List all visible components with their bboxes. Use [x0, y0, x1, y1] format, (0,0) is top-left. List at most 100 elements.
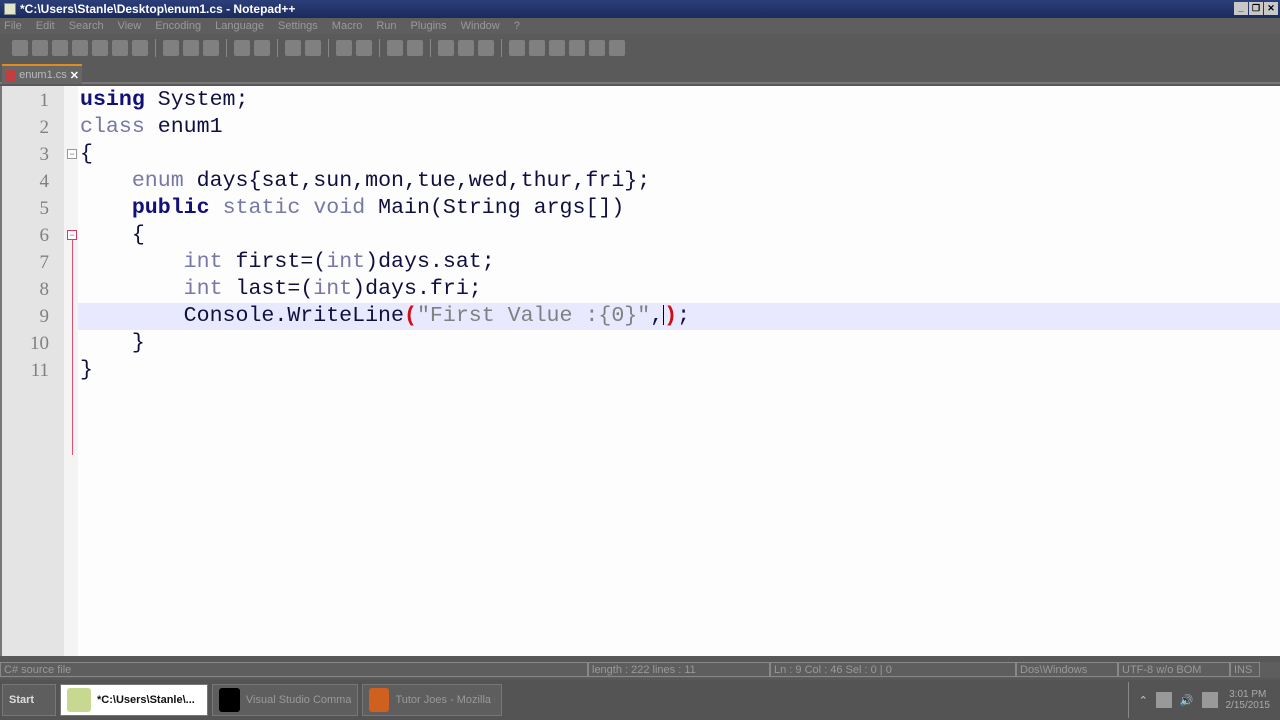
- fold-toggle-icon[interactable]: −: [67, 149, 77, 159]
- menu-view[interactable]: View: [118, 20, 142, 32]
- run-macro-multiple-icon[interactable]: [569, 40, 585, 56]
- code-token: days{sat,sun,mon,tue,wed,thur,fri};: [183, 169, 651, 193]
- code-line[interactable]: 4 enum days{sat,sun,mon,tue,wed,thur,fri…: [2, 168, 1280, 195]
- code-token: void: [313, 196, 366, 220]
- zoom-in-icon[interactable]: [336, 40, 352, 56]
- taskbar-item-label: Tutor Joes - Mozilla Fi...: [395, 694, 495, 706]
- show-hidden-icons-icon[interactable]: ⌃: [1139, 694, 1148, 707]
- taskbar-item[interactable]: *C:\Users\Stanle\...: [60, 684, 208, 716]
- menu-macro[interactable]: Macro: [332, 20, 363, 32]
- menu-settings[interactable]: Settings: [278, 20, 318, 32]
- action-center-icon[interactable]: [1201, 692, 1218, 708]
- status-eol: Dos\Windows: [1016, 662, 1118, 677]
- code-token: {: [80, 142, 93, 166]
- clock[interactable]: 3:01 PM 2/15/2015: [1226, 689, 1271, 711]
- taskbar-item-label: Visual Studio Comman...: [245, 694, 351, 706]
- new-icon[interactable]: [12, 40, 28, 56]
- code-line[interactable]: 6 − {: [2, 222, 1280, 249]
- record-macro-icon[interactable]: [509, 40, 525, 56]
- menu-encoding[interactable]: Encoding: [155, 20, 201, 32]
- open-icon[interactable]: [32, 40, 48, 56]
- line-number: 5: [39, 198, 50, 219]
- minimize-button[interactable]: _: [1234, 2, 1248, 15]
- code-line[interactable]: 7 int first=(int)days.sat;: [2, 249, 1280, 276]
- code-line[interactable]: 9 Console.WriteLine("First Value :{0}",)…: [2, 303, 1280, 330]
- redo-icon[interactable]: [254, 40, 270, 56]
- fold-toggle-icon[interactable]: −: [67, 230, 77, 240]
- code-token: first=(: [222, 250, 327, 274]
- menu-help[interactable]: ?: [514, 20, 520, 32]
- line-number: 7: [39, 252, 50, 273]
- code-text: }: [78, 330, 1280, 357]
- close-icon[interactable]: [92, 40, 108, 56]
- tab-close-button[interactable]: ✕: [70, 69, 79, 82]
- status-file-type: C# source file: [0, 662, 588, 677]
- sync-h-icon[interactable]: [407, 40, 423, 56]
- cut-icon[interactable]: [163, 40, 179, 56]
- save-all-icon[interactable]: [72, 40, 88, 56]
- code-line[interactable]: 8 int last=(int)days.fri;: [2, 276, 1280, 303]
- code-text: using System;: [78, 87, 1280, 114]
- copy-icon[interactable]: [183, 40, 199, 56]
- zoom-out-icon[interactable]: [356, 40, 372, 56]
- menu-run[interactable]: Run: [376, 20, 396, 32]
- title-bar: *C:\Users\Stanle\Desktop\enum1.cs - Note…: [0, 0, 1280, 18]
- volume-icon[interactable]: 🔊: [1180, 694, 1194, 707]
- start-button[interactable]: Start: [2, 684, 56, 716]
- code-token: )days.fri;: [352, 277, 482, 301]
- restore-button[interactable]: ❐: [1249, 2, 1263, 15]
- line-number: 2: [39, 117, 50, 138]
- code-editor[interactable]: 1 using System; 2 class enum1 3−{4 enum days…: [0, 86, 1280, 656]
- line-number: 1: [39, 90, 50, 111]
- system-tray: ⌃ 🔊 3:01 PM 2/15/2015: [1127, 682, 1280, 718]
- status-bar: C# source file length : 222 lines : 11 L…: [0, 662, 1280, 678]
- stop-macro-icon[interactable]: [529, 40, 545, 56]
- find-icon[interactable]: [285, 40, 301, 56]
- indent-guide-icon[interactable]: [458, 40, 474, 56]
- paste-icon[interactable]: [203, 40, 219, 56]
- show-all-icon[interactable]: [478, 40, 494, 56]
- menu-language[interactable]: Language: [215, 20, 264, 32]
- menu-file[interactable]: File: [4, 20, 22, 32]
- code-line[interactable]: 11}: [2, 357, 1280, 384]
- code-token: Main(String args[]): [365, 196, 625, 220]
- play-macro-icon[interactable]: [549, 40, 565, 56]
- taskbar-item[interactable]: Tutor Joes - Mozilla Fi...: [362, 684, 502, 716]
- code-line[interactable]: 2 class enum1: [2, 114, 1280, 141]
- line-number: 3: [39, 144, 50, 165]
- spell-check-icon[interactable]: [609, 40, 625, 56]
- print-icon[interactable]: [132, 40, 148, 56]
- code-token: ;: [677, 304, 691, 328]
- code-token: class: [80, 115, 145, 139]
- toolbar-separator: [430, 39, 431, 57]
- menu-search[interactable]: Search: [69, 20, 104, 32]
- code-text: {: [78, 141, 1280, 168]
- sync-v-icon[interactable]: [387, 40, 403, 56]
- undo-icon[interactable]: [234, 40, 250, 56]
- menu-window[interactable]: Window: [461, 20, 500, 32]
- code-line[interactable]: 10 }: [2, 330, 1280, 357]
- code-line[interactable]: 5 public static void Main(String args[]): [2, 195, 1280, 222]
- code-token: enum: [131, 169, 184, 193]
- code-token: int: [183, 277, 223, 301]
- tab-enum1[interactable]: enum1.cs ✕: [2, 64, 82, 84]
- network-icon[interactable]: [1155, 692, 1172, 708]
- close-button[interactable]: ✕: [1264, 2, 1278, 15]
- menu-edit[interactable]: Edit: [36, 20, 55, 32]
- replace-icon[interactable]: [305, 40, 321, 56]
- cmd-icon: [219, 688, 240, 712]
- code-line[interactable]: 3 −{: [2, 141, 1280, 168]
- window-title: *C:\Users\Stanle\Desktop\enum1.cs - Note…: [20, 2, 296, 16]
- close-all-icon[interactable]: [112, 40, 128, 56]
- unsaved-file-icon: [5, 69, 17, 81]
- code-line[interactable]: 1 using System;: [2, 87, 1280, 114]
- wrap-icon[interactable]: [438, 40, 454, 56]
- save-icon[interactable]: [52, 40, 68, 56]
- menu-plugins[interactable]: Plugins: [411, 20, 447, 32]
- code-token: ,: [650, 304, 664, 328]
- taskbar-item[interactable]: Visual Studio Comman...: [212, 684, 358, 716]
- save-macro-icon[interactable]: [589, 40, 605, 56]
